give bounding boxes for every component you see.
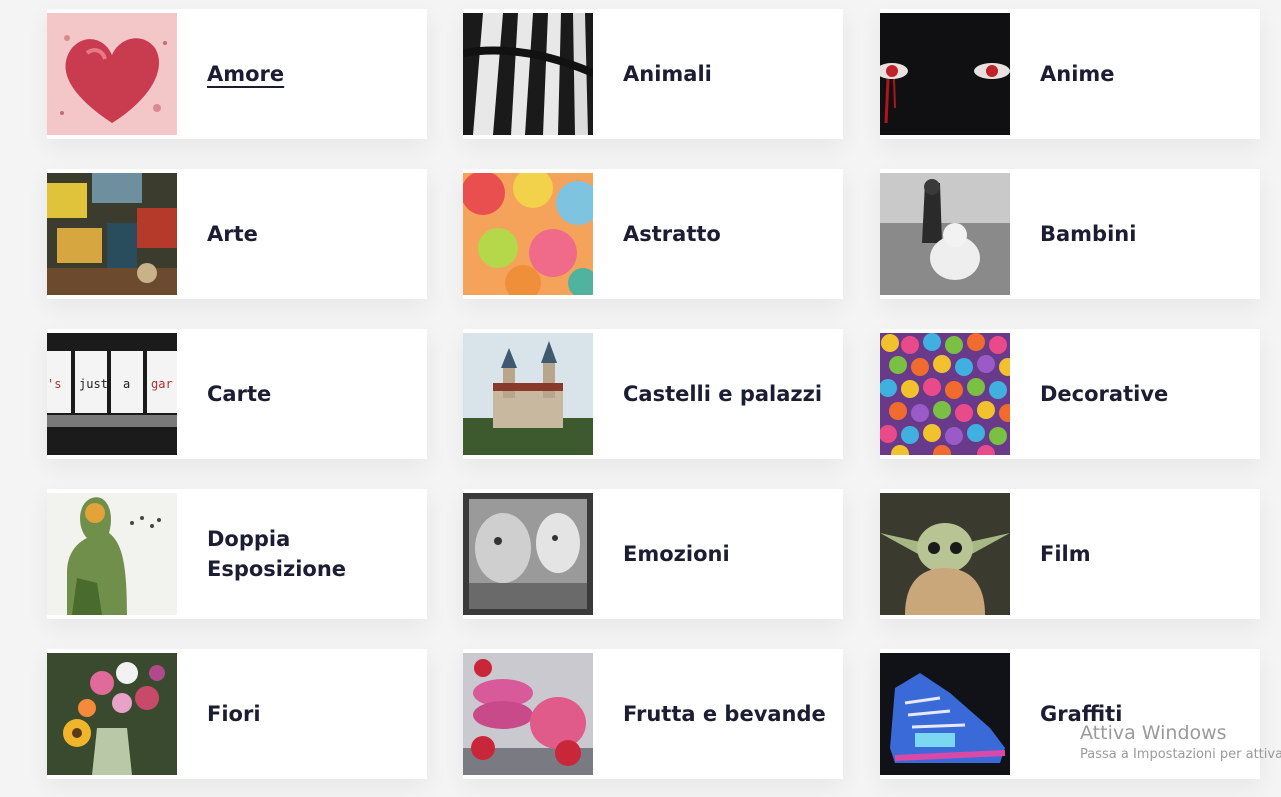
category-image-animali [463, 13, 593, 135]
category-card-anime[interactable]: Anime [880, 9, 1260, 139]
category-label[interactable]: Arte [207, 169, 417, 299]
windows-activation-watermark: Attiva Windows Passa a Impostazioni per … [1080, 722, 1281, 764]
category-image-castelli-e-palazzi [463, 333, 593, 455]
category-label[interactable]: Fiori [207, 649, 417, 779]
category-image-graffiti [880, 653, 1010, 775]
category-card-film[interactable]: Film [880, 489, 1260, 619]
category-label[interactable]: Film [1040, 489, 1250, 619]
category-label[interactable]: Carte [207, 329, 417, 459]
category-image-frutta-e-bevande [463, 653, 593, 775]
category-image-anime [880, 13, 1010, 135]
category-image-emozioni [463, 493, 593, 615]
category-card-astratto[interactable]: Astratto [463, 169, 843, 299]
category-card-doppia-esposizione[interactable]: Doppia Esposizione [47, 489, 427, 619]
category-image-doppia-esposizione [47, 493, 177, 615]
category-label[interactable]: Castelli e palazzi [623, 329, 833, 459]
watermark-subtitle: Passa a Impostazioni per attivare Window… [1080, 747, 1281, 762]
category-label[interactable]: Doppia Esposizione [207, 489, 417, 619]
category-label[interactable]: Amore [207, 9, 417, 139]
category-label[interactable]: Emozioni [623, 489, 833, 619]
category-card-animali[interactable]: Animali [463, 9, 843, 139]
category-image-arte [47, 173, 177, 295]
card-text: a [123, 377, 130, 391]
category-card-arte[interactable]: Arte [47, 169, 427, 299]
category-card-frutta-e-bevande[interactable]: Frutta e bevande [463, 649, 843, 779]
category-image-decorative [880, 333, 1010, 455]
category-card-emozioni[interactable]: Emozioni [463, 489, 843, 619]
card-text: gar [151, 377, 173, 391]
category-image-bambini [880, 173, 1010, 295]
category-image-amore [47, 13, 177, 135]
card-text: just [79, 377, 108, 391]
card-text: 's [47, 377, 61, 391]
category-card-fiori[interactable]: Fiori [47, 649, 427, 779]
category-card-castelli-e-palazzi[interactable]: Castelli e palazzi [463, 329, 843, 459]
category-label[interactable]: Decorative [1040, 329, 1250, 459]
category-card-bambini[interactable]: Bambini [880, 169, 1260, 299]
category-card-decorative[interactable]: Decorative [880, 329, 1260, 459]
category-label[interactable]: Astratto [623, 169, 833, 299]
category-label[interactable]: Animali [623, 9, 833, 139]
category-image-film [880, 493, 1010, 615]
watermark-title: Attiva Windows [1080, 722, 1227, 744]
category-label[interactable]: Anime [1040, 9, 1250, 139]
category-label[interactable]: Bambini [1040, 169, 1250, 299]
category-image-carte: 's just a gar [47, 333, 177, 455]
category-label[interactable]: Frutta e bevande [623, 649, 833, 779]
category-image-astratto [463, 173, 593, 295]
category-grid: Amore Animali Anime Arte Astratto Bambin… [0, 0, 1281, 797]
category-card-amore[interactable]: Amore [47, 9, 427, 139]
category-image-fiori [47, 653, 177, 775]
category-card-carte[interactable]: 's just a gar Carte [47, 329, 427, 459]
